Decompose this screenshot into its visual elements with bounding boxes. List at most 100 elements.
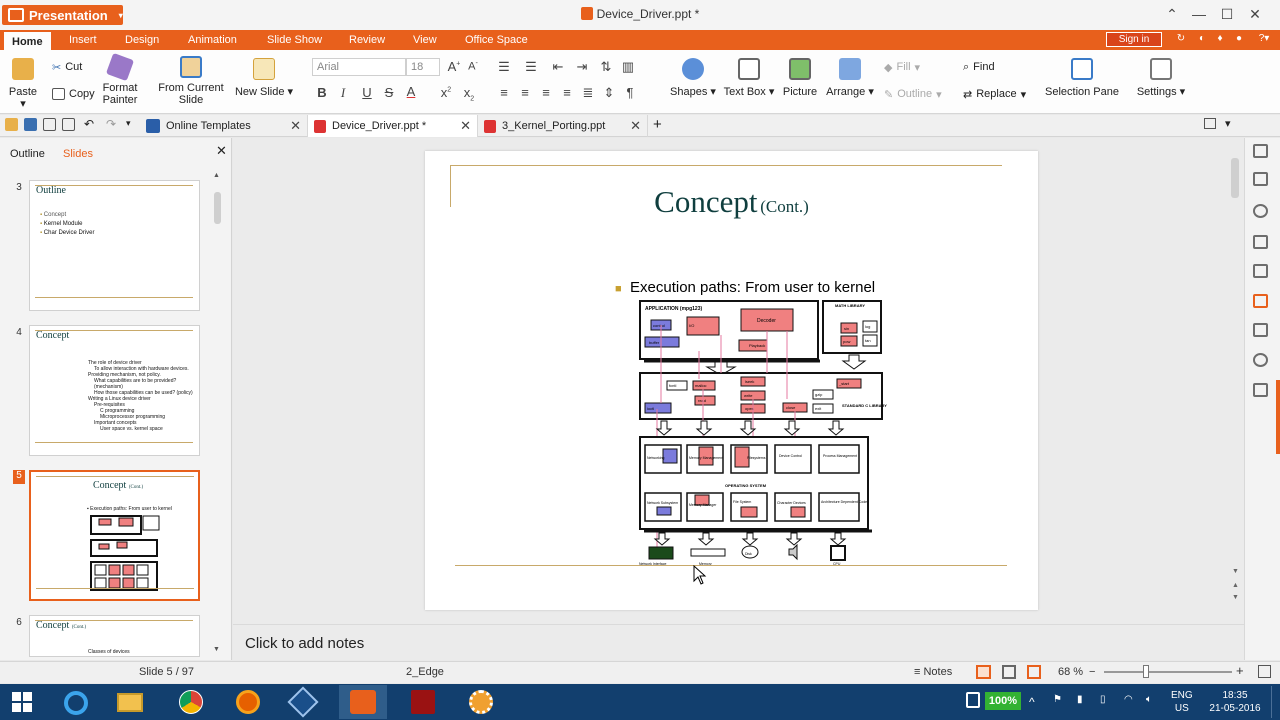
bold-icon[interactable]: B [314, 85, 330, 100]
maximize-button[interactable]: ☐ [1215, 4, 1239, 24]
underline-icon[interactable]: U [359, 85, 375, 100]
notes-toggle[interactable]: ≡ Notes [914, 666, 952, 678]
zoom-slider[interactable] [1104, 671, 1232, 673]
language-indicator[interactable]: ENG US [1171, 689, 1193, 715]
notes-placeholder[interactable]: Click to add notes [245, 635, 364, 652]
font-color-icon[interactable]: A [403, 84, 419, 99]
animation-icon[interactable] [1253, 204, 1268, 218]
line-spacing-icon[interactable]: ⇕ [601, 85, 617, 101]
decrease-indent-icon[interactable]: ⇤ [550, 59, 566, 75]
battery-tray-icon[interactable]: ▯ [1100, 694, 1106, 705]
find-button[interactable]: ⌕ Find [963, 59, 995, 75]
replace-button[interactable]: ⇄ Replace ▾ [963, 86, 1026, 102]
format-painter-button[interactable]: Format Painter [98, 52, 142, 106]
doc-options-icon[interactable]: ▾ [1225, 117, 1231, 130]
close-tab-icon[interactable]: ✕ [460, 118, 471, 134]
normal-view-icon[interactable] [976, 665, 991, 679]
task-pane-icon[interactable] [1253, 144, 1268, 158]
italic-icon[interactable]: I [335, 85, 351, 101]
increase-indent-icon[interactable]: ⇥ [574, 59, 590, 75]
resources-icon[interactable] [1253, 383, 1268, 397]
columns-icon[interactable]: ▥ [620, 59, 636, 75]
from-current-slide-button[interactable]: From Current Slide [156, 56, 226, 106]
new-slide-button[interactable]: New Slide ▾ [233, 58, 295, 98]
restore-doc-icon[interactable] [1204, 118, 1216, 129]
office-space-icon[interactable] [1253, 294, 1268, 308]
execution-path-diagram[interactable]: APPLICATION (mpg123) control buffer I/O … [637, 299, 889, 569]
presentation-app-icon[interactable] [339, 685, 387, 719]
font-name-select[interactable]: Arial [312, 58, 406, 76]
sign-in-button[interactable]: Sign in [1106, 32, 1162, 47]
tab-slides[interactable]: Slides [63, 148, 93, 160]
zoom-level[interactable]: 68 % [1058, 666, 1083, 678]
slide-scrollbar[interactable]: ▼ ▲ ▼ [1227, 138, 1244, 608]
transition-icon[interactable] [1253, 235, 1268, 249]
numbering-icon[interactable]: ☰ [523, 59, 539, 75]
distribute-icon[interactable]: ≣ [580, 85, 596, 101]
network-icon[interactable]: ▮ [1077, 694, 1083, 705]
slide-thumbnail-3[interactable]: Outline ▪ Concept ▪ Kernel Module ▪ Char… [29, 180, 200, 311]
power-plug-icon[interactable] [966, 692, 980, 708]
selection-pane-button[interactable]: Selection Pane [1045, 58, 1119, 98]
settings-button[interactable]: Settings ▾ [1135, 58, 1187, 98]
pdf-reader-icon[interactable] [399, 685, 447, 719]
tab-online-templates[interactable]: Online Templates ✕ [140, 115, 308, 137]
layout-icon[interactable] [1253, 172, 1268, 186]
collapse-ribbon-icon[interactable]: ⌃ [1160, 4, 1184, 24]
cut-button[interactable]: ✂ Cut [52, 59, 82, 75]
tab-home[interactable]: Home [4, 30, 51, 50]
slide-canvas[interactable]: Concept (Cont.) ■ Execution paths: From … [425, 151, 1038, 610]
wifi-icon[interactable]: ◠ [1124, 694, 1133, 705]
tab-review[interactable]: Review [341, 30, 393, 50]
slide-sorter-icon[interactable] [1002, 665, 1016, 679]
close-window-button[interactable]: ✕ [1243, 4, 1267, 24]
tab-outline[interactable]: Outline [10, 148, 45, 160]
text-box-button[interactable]: Text Box ▾ [722, 58, 776, 98]
justify-icon[interactable]: ≡ [559, 85, 575, 100]
slide-bullet[interactable]: ■ Execution paths: From user to kernel [615, 279, 875, 296]
align-center-icon[interactable]: ≡ [517, 85, 533, 100]
sync-icon[interactable]: ↻ [1175, 33, 1187, 45]
bullets-icon[interactable]: ☰ [496, 59, 512, 75]
zoom-in-icon[interactable]: + [1236, 663, 1244, 678]
zoom-out-icon[interactable]: − [1089, 666, 1095, 678]
slide-thumbnail-4[interactable]: Concept The role of device driver To all… [29, 325, 200, 456]
share-icon[interactable] [1253, 353, 1268, 367]
slide-title[interactable]: Concept (Cont.) [425, 184, 1038, 220]
help-icon[interactable]: ?▾ [1254, 33, 1274, 45]
tab-design[interactable]: Design [117, 30, 167, 50]
redo-icon[interactable]: ↷ [106, 117, 116, 131]
subscript-icon[interactable]: x2 [461, 85, 477, 103]
show-hidden-icons[interactable]: ^ [1029, 695, 1035, 709]
panel-scrollbar[interactable]: ▲ ▼ [212, 172, 223, 658]
close-tab-icon[interactable]: ✕ [630, 118, 641, 134]
paragraph-icon[interactable]: ¶ [622, 85, 638, 100]
tab-view[interactable]: View [405, 30, 445, 50]
internet-explorer-icon[interactable] [52, 685, 100, 719]
open-folder-icon[interactable] [5, 118, 18, 131]
clock[interactable]: 18:35 21-05-2016 [1207, 689, 1263, 715]
grow-font-icon[interactable]: A+ [446, 59, 462, 74]
copy-button[interactable]: Copy [52, 86, 95, 102]
outline-button[interactable]: ✎ Outline ▾ [884, 86, 942, 102]
close-tab-icon[interactable]: ✕ [290, 118, 301, 134]
save-icon[interactable] [24, 118, 37, 131]
fit-to-window-icon[interactable] [1258, 665, 1271, 678]
file-explorer-icon[interactable] [106, 685, 154, 719]
notes-pane[interactable]: Click to add notes [233, 624, 1244, 660]
skin-icon[interactable]: ◐ [1196, 33, 1208, 45]
show-desktop-button[interactable] [1271, 686, 1279, 718]
backup-icon[interactable] [1253, 323, 1268, 337]
gift-icon[interactable]: ♦ [1214, 33, 1226, 45]
tab-office-space[interactable]: Office Space [457, 30, 536, 50]
slide-thumbnail-5[interactable]: Concept (Cont.) ▪ Execution paths: From … [29, 470, 200, 601]
battery-indicator[interactable]: 100% [985, 692, 1021, 710]
picture-button[interactable]: Picture [781, 58, 819, 98]
volume-icon[interactable]: 🔈︎ [1146, 694, 1152, 705]
slideshow-view-icon[interactable] [1027, 665, 1041, 679]
tab-kernel-porting[interactable]: 3_Kernel_Porting.ppt ✕ [478, 115, 648, 137]
customize-toolbar-icon[interactable]: ▾ [126, 118, 131, 129]
media-app-icon[interactable] [457, 685, 505, 719]
superscript-icon[interactable]: x2 [438, 85, 454, 100]
fill-button[interactable]: ◆ Fill ▾ [884, 59, 920, 75]
